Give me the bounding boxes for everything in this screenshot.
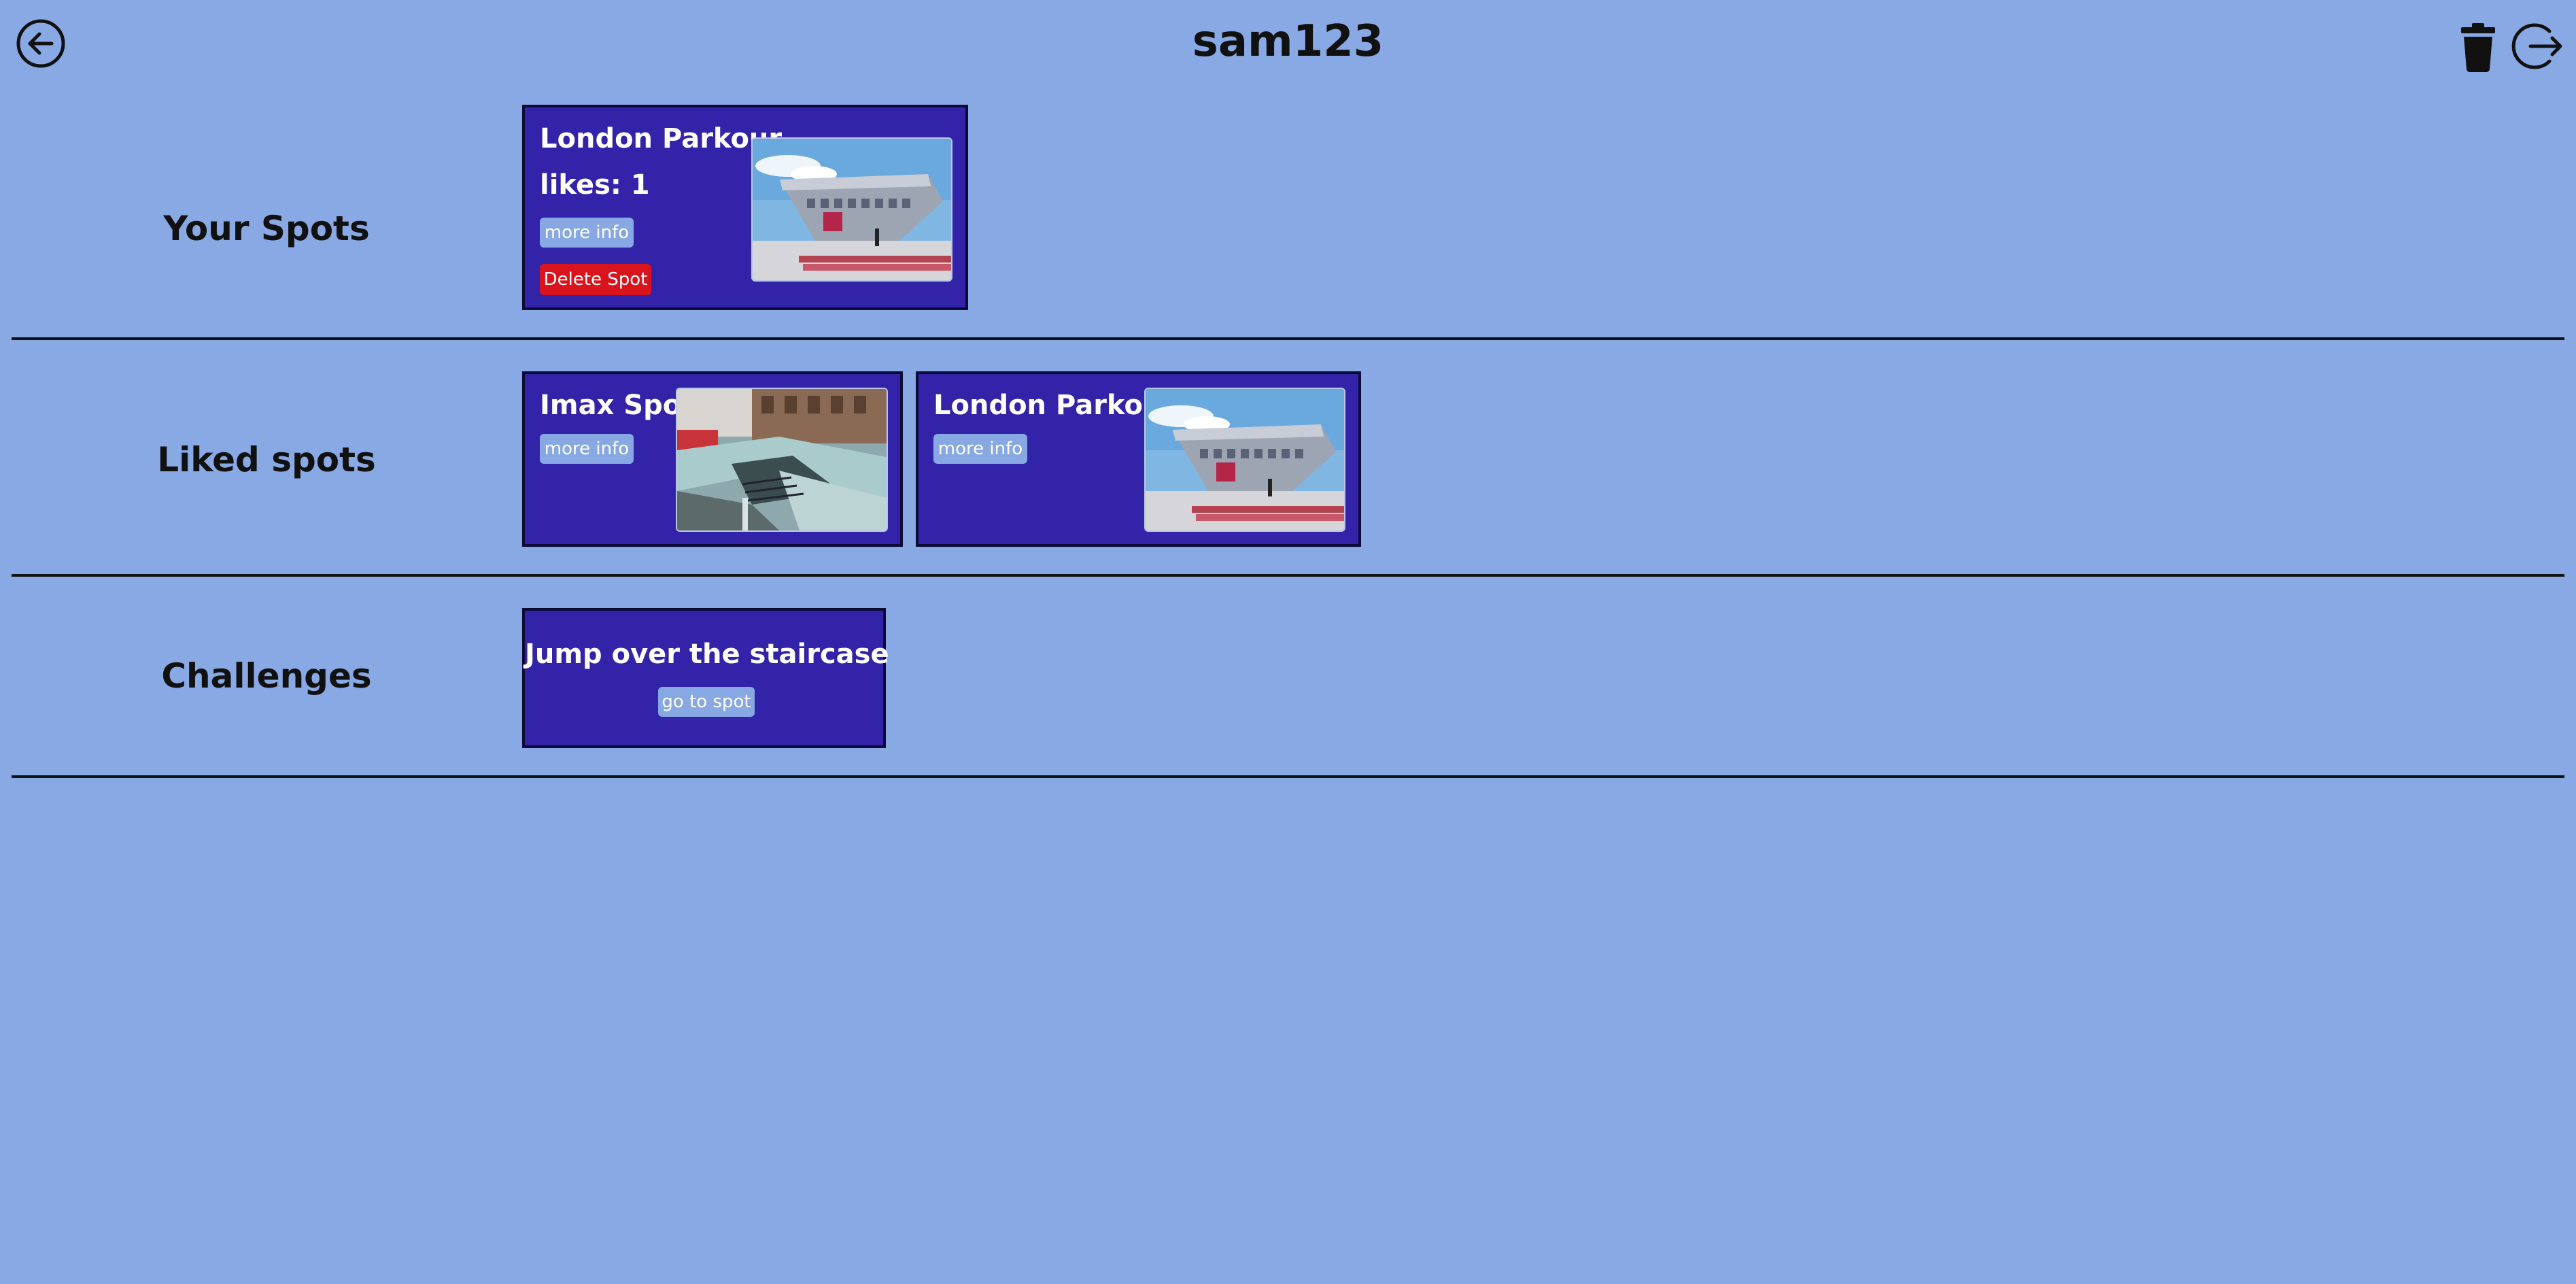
challenges-label: Challenges — [161, 656, 372, 696]
modern-building-photo — [1144, 388, 1345, 532]
modern-building-photo — [751, 137, 952, 282]
your-spots-label: Your Spots — [163, 209, 370, 248]
spot-card-title: Imax Spot — [540, 390, 695, 421]
challenge-card: Jump over the staircase go to spot — [522, 608, 889, 748]
more-info-button[interactable]: more info — [540, 434, 634, 464]
trash-icon[interactable] — [2457, 23, 2499, 72]
liked-spots-label: Liked spots — [157, 440, 376, 479]
underpass-stairs-photo — [676, 388, 888, 532]
logout-icon[interactable] — [2510, 20, 2564, 72]
more-info-button[interactable]: more info — [933, 434, 1027, 464]
challenges-section: Challenges Jump over the staircase go to… — [12, 577, 2564, 778]
page-title: sam123 — [1192, 16, 1384, 67]
spot-card-title: London Parkour — [540, 123, 783, 154]
spot-card: Imax Spot more info — [522, 371, 903, 547]
your-spots-section: Your Spots London Parkour likes: 1 more … — [12, 102, 2564, 340]
liked-spots-section: Liked spots Imax Spot more info London P… — [12, 340, 2564, 577]
header-bar: sam123 — [0, 0, 2576, 88]
spot-card: London Parkour likes: 1 more info Delete… — [522, 105, 968, 310]
spot-card: London Parkour more info — [916, 371, 1361, 547]
challenge-title: Jump over the staircase — [525, 639, 889, 670]
more-info-button[interactable]: more info — [540, 218, 634, 248]
delete-spot-button[interactable]: Delete Spot — [540, 264, 651, 295]
go-to-spot-button[interactable]: go to spot — [658, 687, 755, 717]
spot-card-title: London Parkour — [933, 390, 1176, 421]
spot-card-likes: likes: 1 — [540, 169, 650, 201]
